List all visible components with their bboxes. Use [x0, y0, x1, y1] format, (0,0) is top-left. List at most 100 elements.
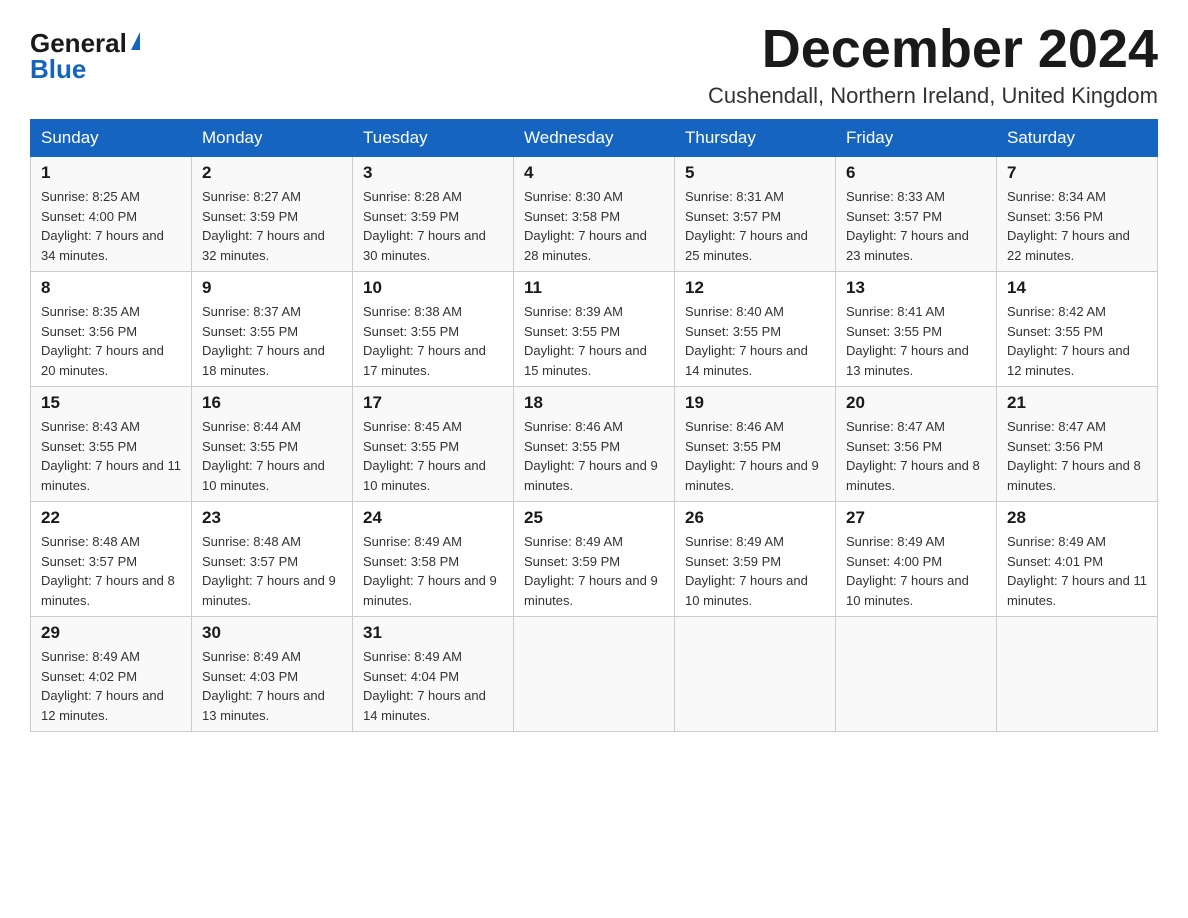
- day-info: Sunrise: 8:37 AMSunset: 3:55 PMDaylight:…: [202, 304, 325, 378]
- day-number: 11: [524, 278, 664, 298]
- day-info: Sunrise: 8:49 AMSunset: 3:58 PMDaylight:…: [363, 534, 497, 608]
- table-row: 11 Sunrise: 8:39 AMSunset: 3:55 PMDaylig…: [514, 272, 675, 387]
- table-row: 4 Sunrise: 8:30 AMSunset: 3:58 PMDayligh…: [514, 157, 675, 272]
- day-info: Sunrise: 8:49 AMSunset: 3:59 PMDaylight:…: [524, 534, 658, 608]
- table-row: 17 Sunrise: 8:45 AMSunset: 3:55 PMDaylig…: [353, 387, 514, 502]
- day-info: Sunrise: 8:25 AMSunset: 4:00 PMDaylight:…: [41, 189, 164, 263]
- table-row: 25 Sunrise: 8:49 AMSunset: 3:59 PMDaylig…: [514, 502, 675, 617]
- table-row: [836, 617, 997, 732]
- day-info: Sunrise: 8:39 AMSunset: 3:55 PMDaylight:…: [524, 304, 647, 378]
- day-number: 13: [846, 278, 986, 298]
- table-row: 6 Sunrise: 8:33 AMSunset: 3:57 PMDayligh…: [836, 157, 997, 272]
- day-info: Sunrise: 8:48 AMSunset: 3:57 PMDaylight:…: [41, 534, 175, 608]
- table-row: 29 Sunrise: 8:49 AMSunset: 4:02 PMDaylig…: [31, 617, 192, 732]
- table-row: 15 Sunrise: 8:43 AMSunset: 3:55 PMDaylig…: [31, 387, 192, 502]
- day-info: Sunrise: 8:44 AMSunset: 3:55 PMDaylight:…: [202, 419, 325, 493]
- day-info: Sunrise: 8:49 AMSunset: 4:04 PMDaylight:…: [363, 649, 486, 723]
- day-number: 24: [363, 508, 503, 528]
- day-info: Sunrise: 8:47 AMSunset: 3:56 PMDaylight:…: [1007, 419, 1141, 493]
- table-row: 30 Sunrise: 8:49 AMSunset: 4:03 PMDaylig…: [192, 617, 353, 732]
- day-info: Sunrise: 8:49 AMSunset: 4:03 PMDaylight:…: [202, 649, 325, 723]
- table-row: 20 Sunrise: 8:47 AMSunset: 3:56 PMDaylig…: [836, 387, 997, 502]
- table-row: 24 Sunrise: 8:49 AMSunset: 3:58 PMDaylig…: [353, 502, 514, 617]
- day-info: Sunrise: 8:49 AMSunset: 4:01 PMDaylight:…: [1007, 534, 1147, 608]
- day-number: 17: [363, 393, 503, 413]
- table-row: [675, 617, 836, 732]
- table-row: 22 Sunrise: 8:48 AMSunset: 3:57 PMDaylig…: [31, 502, 192, 617]
- table-row: [514, 617, 675, 732]
- day-number: 15: [41, 393, 181, 413]
- day-number: 1: [41, 163, 181, 183]
- day-number: 25: [524, 508, 664, 528]
- day-info: Sunrise: 8:49 AMSunset: 4:02 PMDaylight:…: [41, 649, 164, 723]
- calendar-week-row: 15 Sunrise: 8:43 AMSunset: 3:55 PMDaylig…: [31, 387, 1158, 502]
- day-info: Sunrise: 8:46 AMSunset: 3:55 PMDaylight:…: [685, 419, 819, 493]
- day-number: 3: [363, 163, 503, 183]
- day-info: Sunrise: 8:31 AMSunset: 3:57 PMDaylight:…: [685, 189, 808, 263]
- day-number: 5: [685, 163, 825, 183]
- calendar-week-row: 29 Sunrise: 8:49 AMSunset: 4:02 PMDaylig…: [31, 617, 1158, 732]
- table-row: 1 Sunrise: 8:25 AMSunset: 4:00 PMDayligh…: [31, 157, 192, 272]
- table-row: 7 Sunrise: 8:34 AMSunset: 3:56 PMDayligh…: [997, 157, 1158, 272]
- day-info: Sunrise: 8:49 AMSunset: 4:00 PMDaylight:…: [846, 534, 969, 608]
- calendar-week-row: 8 Sunrise: 8:35 AMSunset: 3:56 PMDayligh…: [31, 272, 1158, 387]
- day-info: Sunrise: 8:28 AMSunset: 3:59 PMDaylight:…: [363, 189, 486, 263]
- day-number: 23: [202, 508, 342, 528]
- col-tuesday: Tuesday: [353, 120, 514, 157]
- day-info: Sunrise: 8:38 AMSunset: 3:55 PMDaylight:…: [363, 304, 486, 378]
- day-info: Sunrise: 8:43 AMSunset: 3:55 PMDaylight:…: [41, 419, 181, 493]
- table-row: [997, 617, 1158, 732]
- day-number: 22: [41, 508, 181, 528]
- day-number: 28: [1007, 508, 1147, 528]
- table-row: 19 Sunrise: 8:46 AMSunset: 3:55 PMDaylig…: [675, 387, 836, 502]
- day-number: 4: [524, 163, 664, 183]
- table-row: 2 Sunrise: 8:27 AMSunset: 3:59 PMDayligh…: [192, 157, 353, 272]
- col-monday: Monday: [192, 120, 353, 157]
- table-row: 21 Sunrise: 8:47 AMSunset: 3:56 PMDaylig…: [997, 387, 1158, 502]
- day-number: 10: [363, 278, 503, 298]
- col-sunday: Sunday: [31, 120, 192, 157]
- day-number: 16: [202, 393, 342, 413]
- col-saturday: Saturday: [997, 120, 1158, 157]
- table-row: 26 Sunrise: 8:49 AMSunset: 3:59 PMDaylig…: [675, 502, 836, 617]
- day-number: 18: [524, 393, 664, 413]
- calendar-table: Sunday Monday Tuesday Wednesday Thursday…: [30, 119, 1158, 732]
- day-number: 29: [41, 623, 181, 643]
- col-wednesday: Wednesday: [514, 120, 675, 157]
- calendar-header-row: Sunday Monday Tuesday Wednesday Thursday…: [31, 120, 1158, 157]
- day-number: 7: [1007, 163, 1147, 183]
- table-row: 14 Sunrise: 8:42 AMSunset: 3:55 PMDaylig…: [997, 272, 1158, 387]
- day-info: Sunrise: 8:34 AMSunset: 3:56 PMDaylight:…: [1007, 189, 1130, 263]
- month-title: December 2024: [708, 20, 1158, 79]
- table-row: 8 Sunrise: 8:35 AMSunset: 3:56 PMDayligh…: [31, 272, 192, 387]
- day-info: Sunrise: 8:35 AMSunset: 3:56 PMDaylight:…: [41, 304, 164, 378]
- table-row: 13 Sunrise: 8:41 AMSunset: 3:55 PMDaylig…: [836, 272, 997, 387]
- title-block: December 2024 Cushendall, Northern Irela…: [708, 20, 1158, 109]
- logo: General Blue: [30, 30, 140, 82]
- day-info: Sunrise: 8:41 AMSunset: 3:55 PMDaylight:…: [846, 304, 969, 378]
- calendar-week-row: 1 Sunrise: 8:25 AMSunset: 4:00 PMDayligh…: [31, 157, 1158, 272]
- col-friday: Friday: [836, 120, 997, 157]
- day-number: 20: [846, 393, 986, 413]
- table-row: 5 Sunrise: 8:31 AMSunset: 3:57 PMDayligh…: [675, 157, 836, 272]
- day-info: Sunrise: 8:49 AMSunset: 3:59 PMDaylight:…: [685, 534, 808, 608]
- day-info: Sunrise: 8:40 AMSunset: 3:55 PMDaylight:…: [685, 304, 808, 378]
- day-number: 30: [202, 623, 342, 643]
- day-info: Sunrise: 8:27 AMSunset: 3:59 PMDaylight:…: [202, 189, 325, 263]
- table-row: 18 Sunrise: 8:46 AMSunset: 3:55 PMDaylig…: [514, 387, 675, 502]
- table-row: 9 Sunrise: 8:37 AMSunset: 3:55 PMDayligh…: [192, 272, 353, 387]
- table-row: 12 Sunrise: 8:40 AMSunset: 3:55 PMDaylig…: [675, 272, 836, 387]
- day-number: 31: [363, 623, 503, 643]
- logo-blue-text: Blue: [30, 56, 86, 82]
- table-row: 10 Sunrise: 8:38 AMSunset: 3:55 PMDaylig…: [353, 272, 514, 387]
- day-info: Sunrise: 8:47 AMSunset: 3:56 PMDaylight:…: [846, 419, 980, 493]
- day-info: Sunrise: 8:48 AMSunset: 3:57 PMDaylight:…: [202, 534, 336, 608]
- table-row: 28 Sunrise: 8:49 AMSunset: 4:01 PMDaylig…: [997, 502, 1158, 617]
- day-number: 2: [202, 163, 342, 183]
- day-number: 12: [685, 278, 825, 298]
- day-number: 27: [846, 508, 986, 528]
- day-info: Sunrise: 8:30 AMSunset: 3:58 PMDaylight:…: [524, 189, 647, 263]
- table-row: 23 Sunrise: 8:48 AMSunset: 3:57 PMDaylig…: [192, 502, 353, 617]
- day-info: Sunrise: 8:33 AMSunset: 3:57 PMDaylight:…: [846, 189, 969, 263]
- day-number: 14: [1007, 278, 1147, 298]
